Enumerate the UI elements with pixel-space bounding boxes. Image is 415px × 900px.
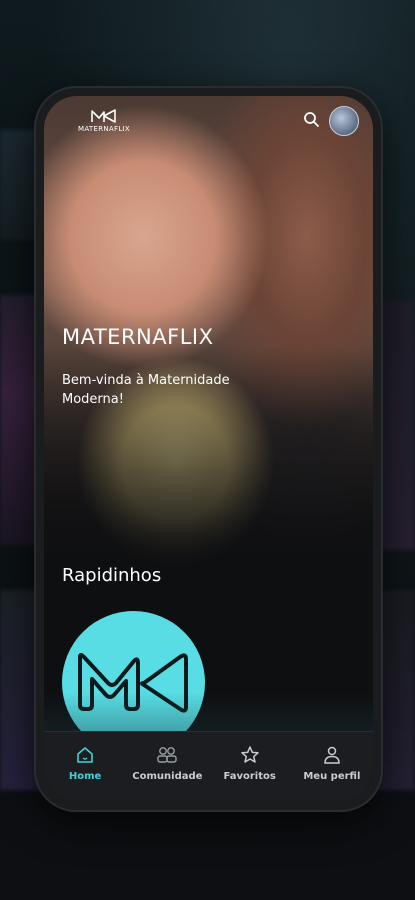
phone-frame: MATERNAFLIX MATERNAFLIX Bem-vinda à Mate… [36,88,381,810]
background-tile [375,300,415,550]
app-logo[interactable]: MATERNAFLIX [74,108,134,133]
search-button[interactable] [302,110,322,130]
hero-subtitle: Bem-vinda à Maternidade Moderna! [62,373,230,407]
nav-item-favorites[interactable]: Favoritos [209,732,291,802]
nav-label: Favoritos [223,771,276,782]
nav-item-home[interactable]: Home [44,732,126,802]
nav-label: Meu perfil [303,771,361,782]
avatar[interactable] [329,106,359,136]
logo-text: MATERNAFLIX [78,125,130,133]
hero-title: MATERNAFLIX [62,325,214,349]
nav-label: Home [68,771,102,782]
bottom-navigation: Home Comunidade Favoritos Meu perfil [44,731,373,802]
maternaflix-logo-icon [91,109,116,123]
app-screen: MATERNAFLIX MATERNAFLIX Bem-vinda à Mate… [44,96,373,802]
search-icon [304,112,319,127]
nav-item-community[interactable]: Comunidade [126,732,208,802]
nav-label: Comunidade [132,771,203,782]
nav-item-profile[interactable]: Meu perfil [291,732,373,802]
star-icon [240,746,259,763]
section-title-shorts: Rapidinhos [62,565,162,586]
home-icon [77,747,93,763]
profile-icon [324,746,340,764]
background-tile [375,590,415,790]
community-icon [157,747,178,763]
